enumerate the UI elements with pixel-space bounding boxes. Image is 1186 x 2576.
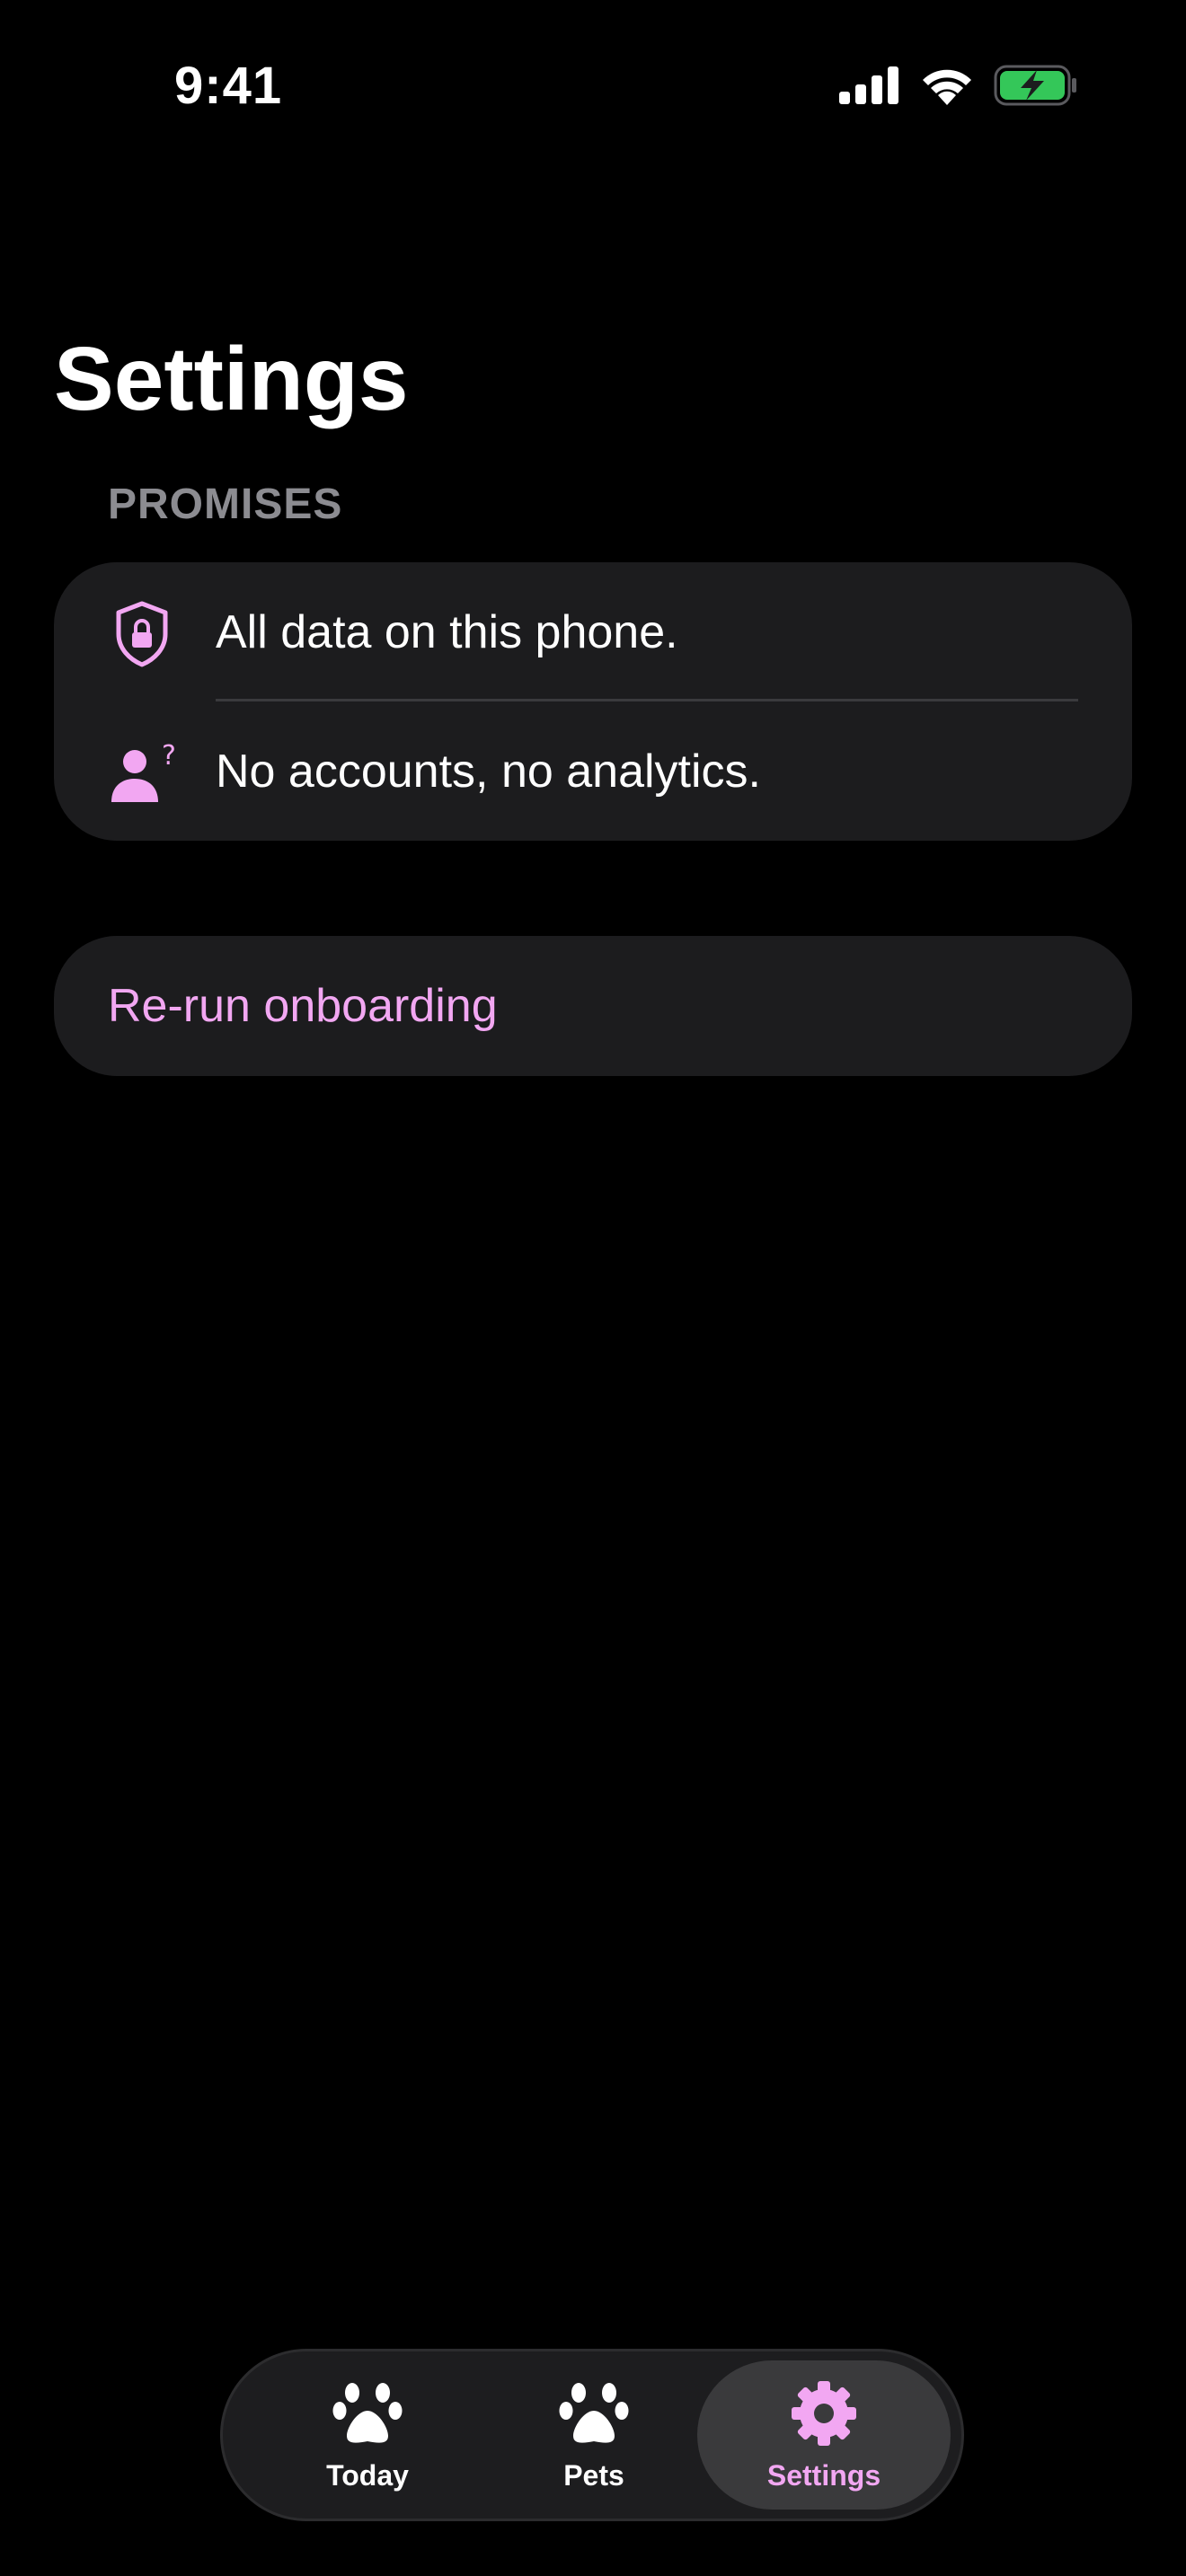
status-bar: 9:41	[0, 0, 1186, 171]
paw-icon	[559, 2383, 629, 2443]
battery-charging-icon	[994, 65, 1076, 106]
svg-text:?: ?	[162, 740, 176, 772]
paw-icon	[332, 2383, 403, 2443]
tab-settings[interactable]: Settings	[697, 2360, 951, 2510]
page-title: Settings	[54, 329, 409, 429]
tab-label: Settings	[766, 2459, 881, 2492]
promises-section-header: PROMISES	[108, 481, 343, 528]
promises-card: All data on this phone. ? No accounts, n…	[54, 562, 1132, 841]
rerun-onboarding-label: Re-run onboarding	[108, 980, 498, 1032]
wifi-icon	[923, 69, 971, 105]
tab-pets[interactable]: Pets	[467, 2360, 721, 2510]
tab-today[interactable]: Today	[241, 2360, 494, 2510]
promise-row-data-on-phone: All data on this phone.	[54, 562, 1132, 701]
person-question-icon: ?	[111, 740, 176, 802]
promise-row-no-accounts: ? No accounts, no analytics.	[54, 701, 1132, 841]
promise-label: All data on this phone.	[216, 606, 678, 658]
shield-lock-icon	[116, 601, 168, 667]
promise-label: No accounts, no analytics.	[216, 745, 761, 798]
rerun-onboarding-button[interactable]: Re-run onboarding	[54, 936, 1132, 1076]
tab-bar: Today Pets Settings	[223, 2351, 961, 2519]
cellular-signal-icon	[839, 66, 898, 104]
tab-label: Today	[326, 2459, 409, 2492]
status-icons	[839, 63, 1078, 108]
gear-icon	[792, 2381, 856, 2446]
tab-label: Pets	[563, 2459, 624, 2492]
status-time: 9:41	[174, 57, 283, 115]
